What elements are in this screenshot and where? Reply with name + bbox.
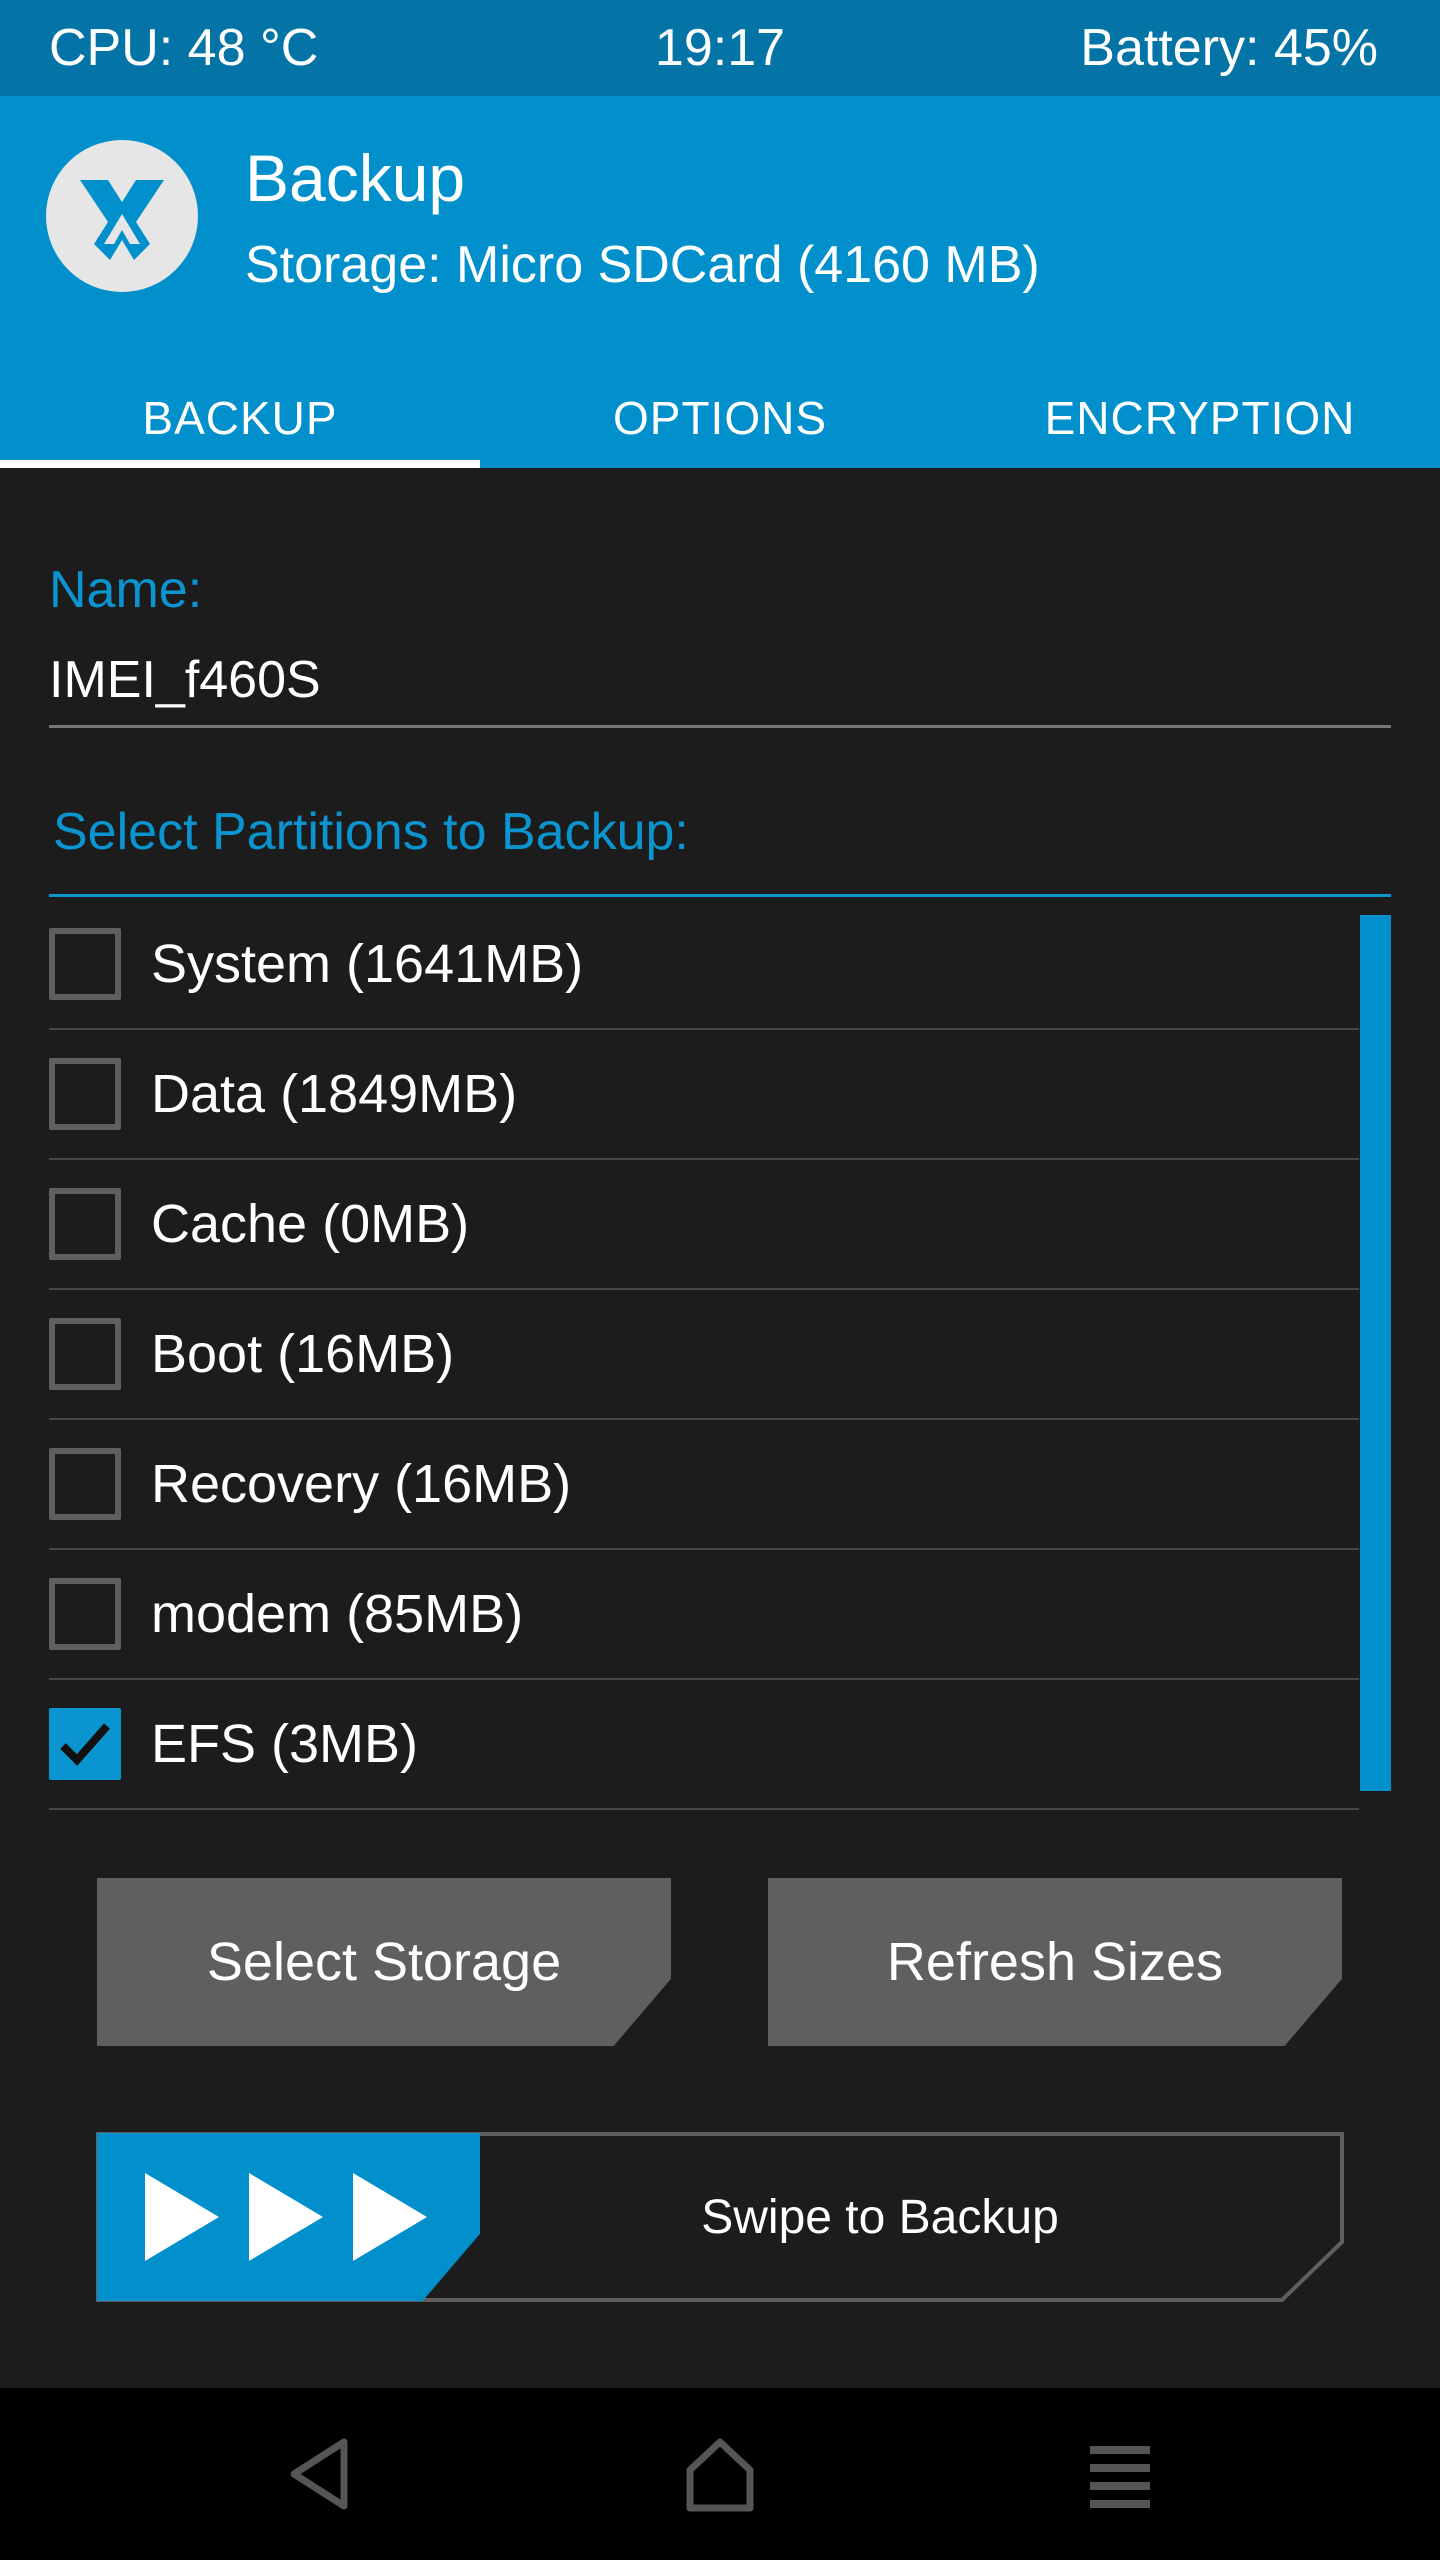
select-storage-button[interactable]: Select Storage bbox=[97, 1878, 671, 2046]
twrp-backup-screen: CPU: 48 °C 19:17 Battery: 45% Backup Sto… bbox=[0, 0, 1440, 2560]
checkbox-efs[interactable] bbox=[49, 1708, 121, 1780]
checkbox-modem[interactable] bbox=[49, 1578, 121, 1650]
tab-options[interactable]: OPTIONS bbox=[480, 368, 960, 468]
partition-row-system[interactable]: System (1641MB) bbox=[49, 900, 1359, 1030]
header: Backup Storage: Micro SDCard (4160 MB) B… bbox=[0, 96, 1440, 468]
partition-label: Boot (16MB) bbox=[151, 1324, 455, 1384]
partition-label: Cache (0MB) bbox=[151, 1194, 470, 1254]
checkbox-system[interactable] bbox=[49, 928, 121, 1000]
scrollbar[interactable] bbox=[1360, 915, 1391, 1791]
back-icon[interactable] bbox=[272, 2424, 372, 2524]
checkmark-icon bbox=[60, 1723, 110, 1766]
swipe-arrows-icon bbox=[145, 2173, 427, 2261]
divider bbox=[49, 894, 1391, 897]
partition-list: System (1641MB) Data (1849MB) Cache (0MB… bbox=[49, 900, 1359, 1810]
backup-name-field[interactable]: IMEI_f460S bbox=[49, 640, 1391, 728]
tab-backup[interactable]: BACKUP bbox=[0, 368, 480, 468]
partition-row-recovery[interactable]: Recovery (16MB) bbox=[49, 1420, 1359, 1550]
partition-row-efs[interactable]: EFS (3MB) bbox=[49, 1680, 1359, 1810]
checkbox-recovery[interactable] bbox=[49, 1448, 121, 1520]
status-bar: CPU: 48 °C 19:17 Battery: 45% bbox=[0, 0, 1440, 96]
partition-row-boot[interactable]: Boot (16MB) bbox=[49, 1290, 1359, 1420]
tab-bar: BACKUP OPTIONS ENCRYPTION bbox=[0, 368, 1440, 468]
partition-label: EFS (3MB) bbox=[151, 1714, 419, 1774]
partition-label: modem (85MB) bbox=[151, 1584, 524, 1644]
storage-info: Storage: Micro SDCard (4160 MB) bbox=[245, 236, 1040, 294]
navigation-bar bbox=[0, 2388, 1440, 2560]
partition-label: Recovery (16MB) bbox=[151, 1454, 572, 1514]
partition-row-cache[interactable]: Cache (0MB) bbox=[49, 1160, 1359, 1290]
partition-label: System (1641MB) bbox=[151, 934, 584, 994]
tab-encryption[interactable]: ENCRYPTION bbox=[960, 368, 1440, 468]
name-label: Name: bbox=[49, 561, 203, 619]
swipe-label: Swipe to Backup bbox=[701, 2190, 1059, 2244]
twrp-logo-icon bbox=[46, 140, 198, 292]
partition-row-data[interactable]: Data (1849MB) bbox=[49, 1030, 1359, 1160]
home-icon[interactable] bbox=[670, 2424, 770, 2524]
checkbox-boot[interactable] bbox=[49, 1318, 121, 1390]
partition-row-modem[interactable]: modem (85MB) bbox=[49, 1550, 1359, 1680]
page-title: Backup bbox=[245, 141, 466, 215]
checkbox-cache[interactable] bbox=[49, 1188, 121, 1260]
refresh-sizes-button[interactable]: Refresh Sizes bbox=[768, 1878, 1342, 2046]
swipe-handle[interactable] bbox=[97, 2133, 480, 2301]
partitions-label: Select Partitions to Backup: bbox=[53, 803, 689, 861]
menu-icon[interactable] bbox=[1070, 2424, 1170, 2524]
checkbox-data[interactable] bbox=[49, 1058, 121, 1130]
partition-label: Data (1849MB) bbox=[151, 1064, 518, 1124]
battery-level: Battery: 45% bbox=[1080, 19, 1378, 77]
